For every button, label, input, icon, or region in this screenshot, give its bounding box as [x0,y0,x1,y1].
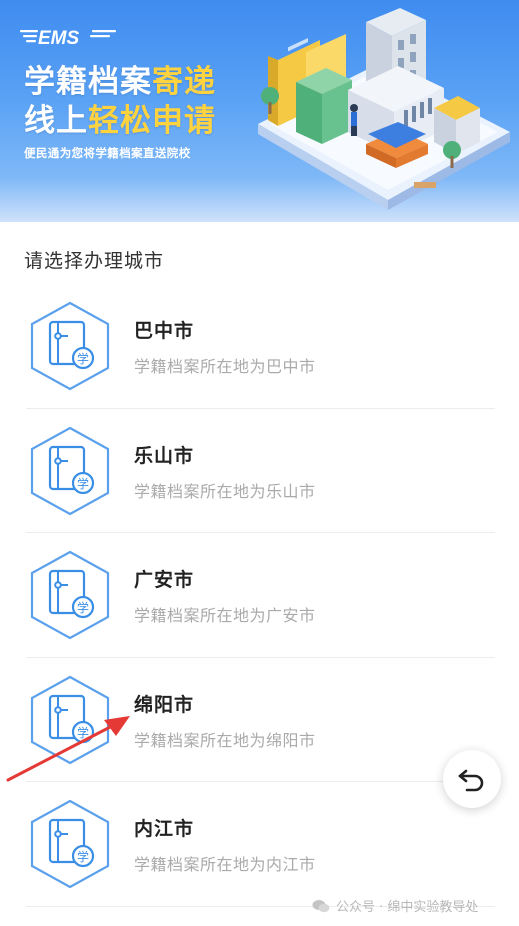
city-description: 学籍档案所在地为乐山市 [134,481,316,501]
svg-text:学: 学 [77,849,89,864]
banner-title-line2: 线上轻松申请 [24,103,216,139]
svg-text:学: 学 [77,351,89,366]
city-list: 学 巴中市 学籍档案所在地为巴中市 学 乐山市 学籍档案所在地为乐山市 学 广安… [0,284,519,907]
back-button[interactable] [443,750,501,808]
ems-logo: EMS [20,28,116,49]
city-name: 广安市 [134,569,195,591]
watermark-text: 公众号 · 绵中实验教导处 [336,900,479,915]
city-name: 绵阳市 [134,693,195,716]
archive-folder-icon: 学 [30,799,110,889]
city-description: 学籍档案所在地为巴中市 [134,357,316,376]
city-description: 学籍档案所在地为绵阳市 [134,730,316,750]
archive-folder-icon: 学 [30,550,110,640]
city-description: 学籍档案所在地为内江市 [134,855,316,874]
banner-illustration [258,8,510,210]
city-name: 乐山市 [134,444,195,467]
svg-text:学: 学 [77,476,89,491]
city-name: 巴中市 [134,320,195,342]
banner-title-line1: 学籍档案寄递 [24,64,216,100]
ems-logo-text: EMS [38,28,80,49]
section-title: 请选择办理城市 [24,250,165,272]
city-item-1[interactable]: 学 巴中市 学籍档案所在地为巴中市 [0,284,519,409]
top-banner: EMS 学籍档案寄递 线上轻松申请 便民通为您将学籍档案直送院校 [0,0,519,222]
archive-folder-icon: 学 [30,301,110,391]
city-item-3[interactable]: 学 广安市 学籍档案所在地为广安市 [0,533,519,658]
city-description: 学籍档案所在地为广安市 [134,606,316,625]
city-item-5[interactable]: 学 内江市 学籍档案所在地为内江市 [0,782,519,907]
city-item-2[interactable]: 学 乐山市 学籍档案所在地为乐山市 [0,409,519,534]
watermark: 公众号 · 绵中实验教导处 [312,896,478,915]
undo-arrow-icon [458,769,484,792]
svg-text:学: 学 [77,600,89,615]
annotation-arrow-icon [6,716,130,782]
wechat-icon [312,899,330,912]
city-name: 内江市 [134,818,195,840]
archive-folder-icon: 学 [30,426,110,515]
banner-subtitle: 便民通为您将学籍档案直送院校 [24,146,191,160]
